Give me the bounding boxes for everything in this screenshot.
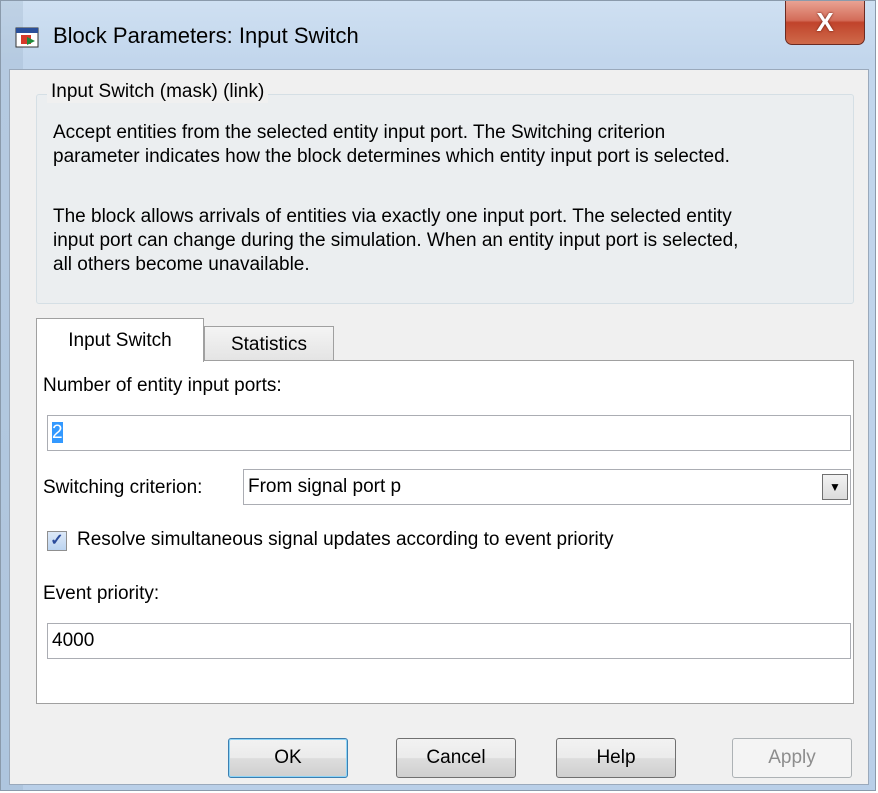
help-button[interactable]: Help [556,738,676,778]
priority-label: Event priority: [43,583,160,604]
dialog-client-area: Input Switch (mask) (link) Accept entiti… [9,69,869,785]
ok-button[interactable]: OK [228,738,348,778]
description-line: Accept entities from the selected entity… [53,122,666,143]
ports-label: Number of entity input ports: [43,375,282,396]
description-paragraph-1: Accept entities from the selected entity… [53,121,853,169]
criterion-label: Switching criterion: [43,477,203,498]
description-line: input port can change during the simulat… [53,230,739,251]
group-legend: Input Switch (mask) (link) [47,81,269,103]
criterion-value: From signal port p [248,476,402,497]
close-icon: X [816,7,834,37]
description-group: Input Switch (mask) (link) Accept entiti… [36,81,854,304]
description-line: all others become unavailable. [53,254,310,275]
dialog-window: Block Parameters: Input Switch X Input S… [0,0,876,791]
chevron-down-icon[interactable]: ▼ [822,474,848,500]
ports-value: 2 [52,422,63,443]
tab-input-switch[interactable]: Input Switch [36,318,204,362]
window-title: Block Parameters: Input Switch [53,23,359,48]
priority-input[interactable]: 4000 [47,623,851,659]
tab-statistics[interactable]: Statistics [204,326,334,362]
cancel-button[interactable]: Cancel [396,738,516,778]
criterion-select[interactable]: From signal port p ▼ [243,469,851,505]
description-paragraph-2: The block allows arrivals of entities vi… [53,205,853,277]
description-line: The block allows arrivals of entities vi… [53,206,732,227]
resolve-label[interactable]: Resolve simultaneous signal updates acco… [77,529,614,551]
simulink-block-icon [15,27,39,48]
description-line: parameter indicates how the block determ… [53,146,730,167]
ports-input[interactable]: 2 [47,415,851,451]
apply-button[interactable]: Apply [732,738,852,778]
title-bar[interactable]: Block Parameters: Input Switch X [1,1,875,69]
resolve-checkbox[interactable]: ✓ [47,531,67,551]
tab-panel-input-switch: Number of entity input ports: 2 Switchin… [36,360,854,704]
priority-value: 4000 [52,630,95,651]
close-button[interactable]: X [785,1,865,45]
